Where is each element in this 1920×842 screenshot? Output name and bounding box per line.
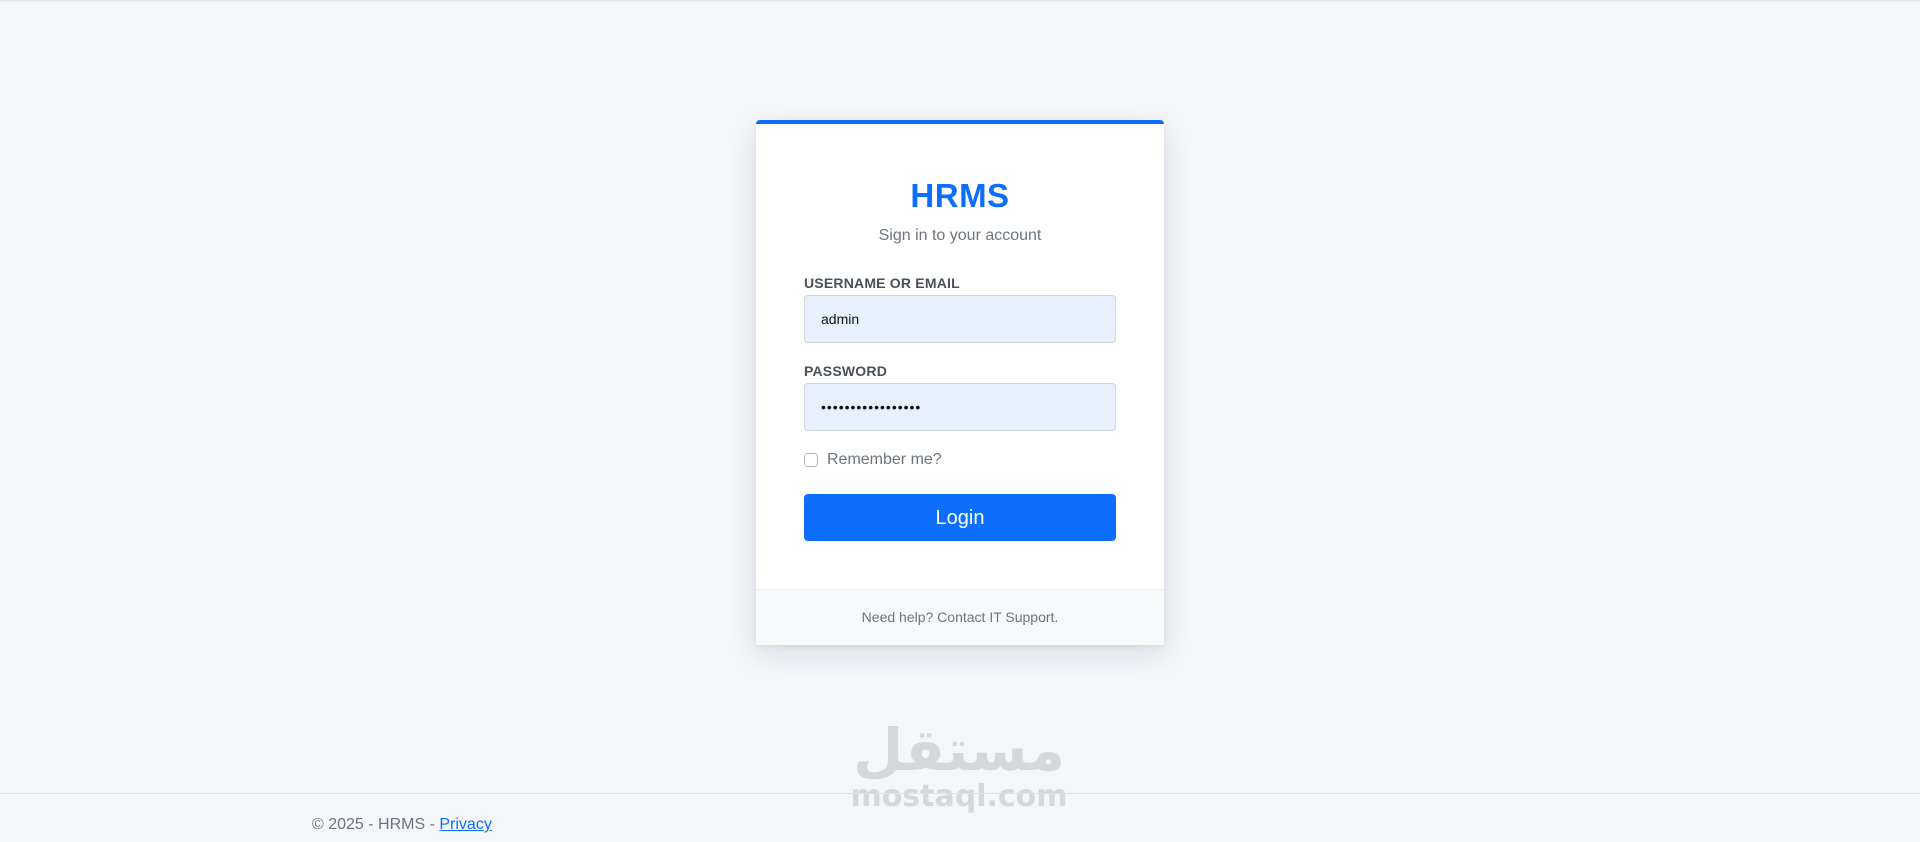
login-button[interactable]: Login bbox=[804, 494, 1116, 541]
privacy-link[interactable]: Privacy bbox=[439, 816, 491, 833]
card-footer-help: Need help? Contact IT Support. bbox=[756, 589, 1164, 645]
copyright-text: © 2025 - HRMS - bbox=[312, 816, 440, 833]
password-label: PASSWORD bbox=[804, 363, 888, 379]
login-card-body: HRMS Sign in to your account USERNAME OR… bbox=[756, 124, 1164, 589]
top-border bbox=[0, 0, 1920, 1]
app-title: HRMS bbox=[910, 177, 1010, 214]
remember-me-label[interactable]: Remember me? bbox=[827, 449, 942, 471]
remember-me-checkbox[interactable] bbox=[804, 453, 818, 467]
username-label: USERNAME OR EMAIL bbox=[804, 275, 960, 291]
watermark-logo: مستقل mostaql.com bbox=[849, 720, 1069, 814]
footer-divider bbox=[0, 793, 1920, 794]
password-input[interactable] bbox=[804, 383, 1116, 431]
remember-me-row[interactable]: Remember me? bbox=[804, 449, 942, 471]
login-subtitle: Sign in to your account bbox=[878, 227, 1042, 244]
watermark-arabic: مستقل bbox=[852, 716, 1066, 784]
page-footer: © 2025 - HRMS - Privacy bbox=[312, 814, 492, 836]
login-card: HRMS Sign in to your account USERNAME OR… bbox=[756, 120, 1164, 645]
username-input[interactable] bbox=[804, 295, 1116, 343]
watermark-latin: mostaql.com bbox=[850, 779, 1068, 814]
